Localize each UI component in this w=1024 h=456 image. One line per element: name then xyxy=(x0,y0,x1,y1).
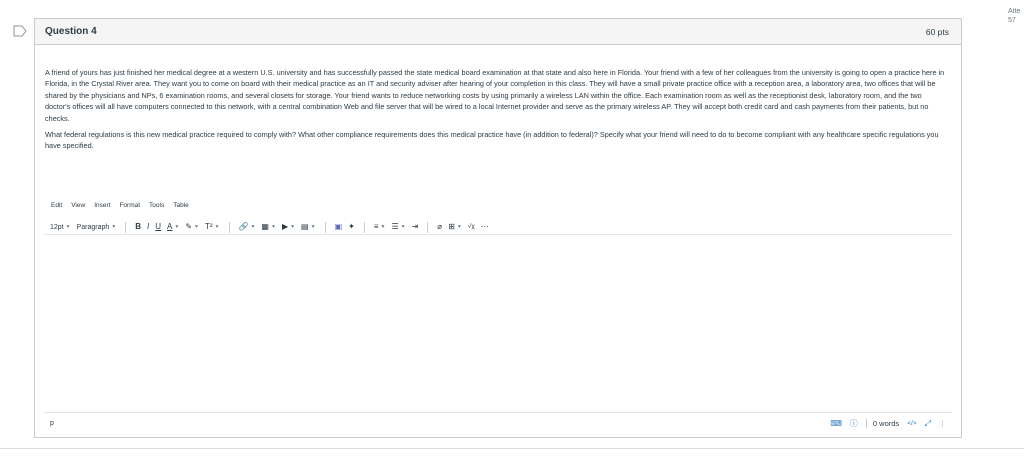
font-size-value: 12pt xyxy=(50,223,64,231)
chevron-down-icon: ▼ xyxy=(270,224,276,230)
chevron-down-icon: ▼ xyxy=(290,224,296,230)
font-size-select[interactable]: 12pt ▼ xyxy=(50,221,71,233)
element-path[interactable]: p xyxy=(50,420,54,427)
embed-icon[interactable]: ✦ xyxy=(348,221,355,233)
menu-view[interactable]: View xyxy=(71,202,85,214)
question-body: A friend of yours has just finished her … xyxy=(35,67,961,152)
highlight-button[interactable]: ✎ ▼ xyxy=(185,221,199,233)
fullscreen-icon[interactable]: ⤢ xyxy=(925,419,931,429)
media-icon: ▶ xyxy=(281,222,289,231)
question-paragraph-2: What federal regulations is this new med… xyxy=(45,130,939,151)
question-points: 60 pts xyxy=(925,26,949,37)
chevron-down-icon: ▼ xyxy=(111,224,117,230)
list-button[interactable]: ☰ ▼ xyxy=(391,221,405,233)
menu-edit[interactable]: Edit xyxy=(51,202,62,214)
superscript-button[interactable]: T² ▼ xyxy=(205,221,220,233)
superscript-icon: T² xyxy=(204,222,213,231)
accessibility-checker-icon[interactable]: ⓘ xyxy=(850,418,858,429)
media-button[interactable]: ▶ ▼ xyxy=(282,221,295,233)
highlight-icon: ✎ xyxy=(185,222,193,231)
keyboard-shortcuts-icon[interactable]: ⌨ xyxy=(830,419,842,428)
attempt-info: Atte 57 xyxy=(1008,7,1022,25)
menu-format[interactable]: Format xyxy=(119,202,140,214)
resize-handle-icon[interactable]: ⋮ xyxy=(939,420,946,428)
status-actions: ⌨ ⓘ 0 words </> ⤢ ⋮ xyxy=(830,418,946,429)
chevron-down-icon: ▼ xyxy=(65,224,71,230)
toolbar-divider xyxy=(427,221,429,233)
chevron-down-icon: ▼ xyxy=(214,224,220,230)
menu-table[interactable]: Table xyxy=(173,202,189,214)
toolbar-divider xyxy=(125,221,127,233)
toolbar-divider xyxy=(324,221,326,233)
rich-content-editor: Edit View Insert Format Tools Table 12pt… xyxy=(44,202,952,432)
question-card: Question 4 60 pts A friend of yours has … xyxy=(34,18,962,438)
clear-format-icon[interactable]: ⌀ xyxy=(437,221,442,233)
chevron-down-icon: ▼ xyxy=(380,224,386,230)
attempt-value: 57 xyxy=(1008,17,1016,24)
table-button[interactable]: ⊞ ▼ xyxy=(448,221,462,233)
question-title: Question 4 xyxy=(45,26,97,37)
chevron-down-icon: ▼ xyxy=(250,224,256,230)
document-icon: ▤ xyxy=(301,222,309,231)
align-icon: ≡ xyxy=(373,222,379,231)
menu-insert[interactable]: Insert xyxy=(94,202,110,214)
chevron-down-icon: ▼ xyxy=(456,224,462,230)
chevron-down-icon: ▼ xyxy=(310,224,316,230)
chevron-down-icon: ▼ xyxy=(194,224,199,230)
bookmark-icon[interactable] xyxy=(13,25,27,37)
apps-icon[interactable]: ▣ xyxy=(335,221,343,233)
block-format-select[interactable]: Paragraph ▼ xyxy=(77,221,117,233)
image-icon: ▦ xyxy=(261,222,269,231)
indent-icon[interactable]: ⇥ xyxy=(412,221,419,233)
math-icon[interactable]: √χ xyxy=(468,221,475,233)
toolbar-divider xyxy=(363,221,365,233)
toolbar-divider xyxy=(228,221,230,233)
underline-button[interactable]: U xyxy=(155,221,161,233)
question-paragraph-1: A friend of yours has just finished her … xyxy=(45,68,945,123)
link-icon: 🔗 xyxy=(238,222,249,231)
table-icon: ⊞ xyxy=(448,222,455,231)
document-button[interactable]: ▤ ▼ xyxy=(301,221,316,233)
menu-tools[interactable]: Tools xyxy=(149,202,164,214)
italic-button[interactable]: I xyxy=(147,221,149,233)
text-color-button[interactable]: A ▼ xyxy=(167,221,179,233)
page-divider xyxy=(0,448,1024,449)
editor-content-area[interactable] xyxy=(44,234,952,413)
question-header: Question 4 60 pts xyxy=(35,19,961,45)
text-color-icon: A xyxy=(167,222,173,231)
html-editor-toggle[interactable]: </> xyxy=(907,420,916,427)
editor-statusbar: p ⌨ ⓘ 0 words </> ⤢ ⋮ xyxy=(44,415,952,432)
attempt-label: Atte xyxy=(1008,8,1021,15)
image-button[interactable]: ▦ ▼ xyxy=(261,221,276,233)
word-count: 0 words xyxy=(865,419,899,428)
chevron-down-icon: ▼ xyxy=(174,224,180,230)
bold-button[interactable]: B xyxy=(135,221,141,233)
block-format-value: Paragraph xyxy=(76,223,110,231)
link-button[interactable]: 🔗 ▼ xyxy=(239,221,256,233)
editor-menubar: Edit View Insert Format Tools Table xyxy=(44,202,952,214)
align-button[interactable]: ≡ ▼ xyxy=(374,221,386,233)
editor-toolbar: 12pt ▼ Paragraph ▼ B I U A ▼ ✎ ▼ T² ▼ 🔗 … xyxy=(44,220,952,234)
list-icon: ☰ xyxy=(391,222,399,231)
chevron-down-icon: ▼ xyxy=(400,224,406,230)
more-icon[interactable]: ⋯ xyxy=(481,221,489,233)
